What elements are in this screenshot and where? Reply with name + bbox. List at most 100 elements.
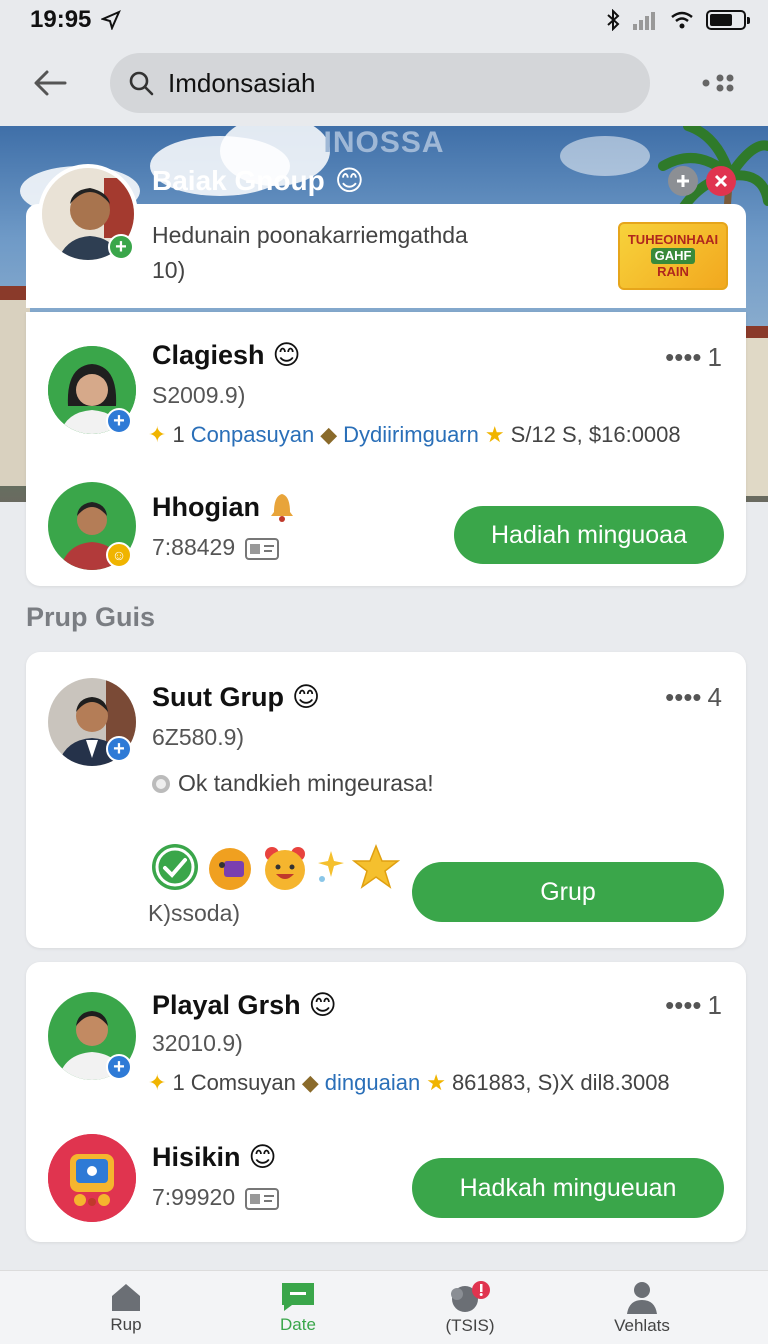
member-name-row[interactable]: Clagiesh 😊	[152, 340, 301, 371]
star-icon: ★	[484, 422, 505, 448]
sparkles-icon[interactable]	[316, 847, 346, 887]
bell-icon	[271, 494, 293, 522]
reaction-badge: ☺	[106, 542, 132, 568]
star-icon[interactable]	[352, 843, 400, 891]
unread-count: •••• 4	[665, 682, 722, 713]
avatar[interactable]: +	[48, 346, 136, 434]
member-subtitle: 7:88429	[152, 534, 236, 560]
nav-item-date[interactable]: Date	[238, 1281, 358, 1335]
bluetooth-icon	[607, 9, 620, 31]
more-options-button[interactable]	[690, 55, 746, 111]
star-icon: ★	[426, 1070, 446, 1096]
avatar[interactable]: +	[48, 992, 136, 1080]
meta-text: Comsuyan	[190, 1070, 296, 1095]
meta-tail: 861883, S)X dil8.3008	[451, 1070, 670, 1095]
last-message: Ok tandkieh mingeurasa!	[150, 770, 434, 797]
group-name-row[interactable]: Playal Grsh 😊	[152, 990, 337, 1021]
add-member-badge[interactable]: +	[108, 234, 134, 260]
unread-count: •••• 1	[665, 990, 722, 1021]
meta-link[interactable]: dinguaian	[325, 1070, 420, 1096]
status-bar: 19:95	[0, 0, 768, 40]
profile-icon	[627, 1281, 657, 1314]
search-bar[interactable]	[110, 53, 650, 113]
group-name: Baiak Gnoup	[152, 164, 325, 196]
nav-label: Date	[280, 1314, 316, 1334]
last-message-text: Ok tandkieh mingeurasa!	[178, 770, 434, 796]
meta-number: 1	[172, 422, 185, 447]
header-actions	[668, 166, 736, 196]
game-avatar-icon	[48, 1134, 136, 1222]
meta-link-2[interactable]: Dydiirimguarn	[343, 422, 479, 448]
id-card-icon	[245, 1187, 280, 1210]
home-icon	[112, 1283, 140, 1311]
group-card-3: + Playal Grsh 😊 32010.9) •••• 1 ✦ 1 Coms…	[26, 962, 746, 1242]
group-card-1: + Clagiesh 😊 S2009.9) •••• 1 ✦ 1 Conpasu…	[26, 312, 746, 586]
search-input[interactable]	[168, 67, 628, 99]
member-name: Hhogian	[152, 491, 260, 522]
meta-tail: S/12 S, $16:0008	[510, 422, 681, 447]
promo-line-2: GAHF	[650, 248, 696, 264]
banner-title: INOSSA	[323, 126, 445, 159]
member-subtitle: 7:99920	[152, 1184, 236, 1210]
gift-weekly-button[interactable]: Hadiah minguoaa	[454, 506, 724, 564]
gift-icon: ◆	[320, 422, 338, 448]
building-right-decoration	[746, 326, 768, 496]
nav-item-profile[interactable]: Vehlats	[582, 1280, 702, 1336]
sparkle-icon: ✦	[148, 422, 167, 448]
group-name-row[interactable]: Suut Grup 😊	[152, 682, 320, 713]
search-icon	[129, 71, 154, 96]
promo-line-3: RAIN	[657, 264, 689, 279]
close-button[interactable]	[706, 166, 736, 196]
add-button[interactable]	[668, 166, 698, 196]
nav-label: Vehlats	[614, 1315, 670, 1335]
bottom-navigation: Rup Date (TSIS) Vehlats	[0, 1270, 768, 1344]
battery-icon	[706, 10, 750, 30]
smile-emoji-icon: 😊	[291, 682, 321, 713]
count-value: 1	[707, 342, 722, 372]
back-button[interactable]	[22, 55, 78, 111]
group-button[interactable]: Grup	[412, 862, 724, 922]
member-name-row[interactable]: Hhogian	[152, 490, 296, 524]
notification-icon	[451, 1280, 490, 1312]
group-name: Suut Grup	[152, 682, 284, 712]
promo-badge[interactable]: TUHEOINHAAI GAHF RAIN	[618, 222, 728, 290]
happy-face-icon[interactable]	[260, 842, 310, 892]
member-name-row[interactable]: Hisikin 😊	[152, 1142, 277, 1173]
status-time: 19:95	[30, 6, 92, 33]
member-subtitle: S2009.9)	[152, 382, 246, 408]
section-title: Prup Guis	[26, 602, 156, 632]
smile-emoji-icon: 😊	[272, 340, 301, 371]
group-header-title[interactable]: Baiak Gnoup 😊	[152, 164, 364, 197]
avatar[interactable]: +	[48, 678, 136, 766]
close-icon	[714, 174, 728, 188]
reaction-label: K)ssoda)	[148, 900, 241, 926]
gift-weekly-button[interactable]: Hadkah mingueuan	[412, 1158, 724, 1218]
check-circle-icon[interactable]	[150, 842, 200, 892]
add-member-badge[interactable]: +	[106, 408, 132, 434]
count-value: 4	[707, 682, 722, 712]
plus-icon	[677, 175, 689, 187]
description-line-2: 10)	[152, 257, 186, 283]
smile-emoji-icon: 😊	[308, 990, 337, 1021]
nav-item-home[interactable]: Rup	[66, 1281, 186, 1335]
add-member-badge[interactable]: +	[106, 736, 132, 762]
group-subtitle: 32010.9)	[152, 1030, 243, 1056]
member-subtitle-row: 7:88429	[152, 534, 280, 561]
gift-face-icon[interactable]	[206, 843, 254, 891]
unread-count: •••• 1	[665, 342, 722, 373]
signal-icon	[633, 12, 655, 30]
smile-emoji-icon: 😊	[248, 1142, 277, 1173]
avatar[interactable]	[48, 1134, 136, 1222]
back-arrow-icon	[34, 70, 67, 96]
avatar[interactable]: ☺	[48, 482, 136, 570]
count-value: 1	[707, 990, 722, 1020]
chat-icon	[282, 1282, 314, 1311]
wifi-icon	[671, 11, 693, 29]
nav-item-notifications[interactable]: (TSIS)	[410, 1280, 530, 1336]
meta-link-1[interactable]: Conpasuyan	[191, 422, 315, 448]
location-arrow-icon	[101, 10, 122, 30]
member-meta: ✦ 1 Conpasuyan ◆ Dydiirimguarn ★ S/12 S,…	[148, 422, 681, 448]
group-name: Playal Grsh	[152, 990, 301, 1020]
add-member-badge[interactable]: +	[106, 1054, 132, 1080]
member-subtitle-row: 7:99920	[152, 1184, 280, 1211]
